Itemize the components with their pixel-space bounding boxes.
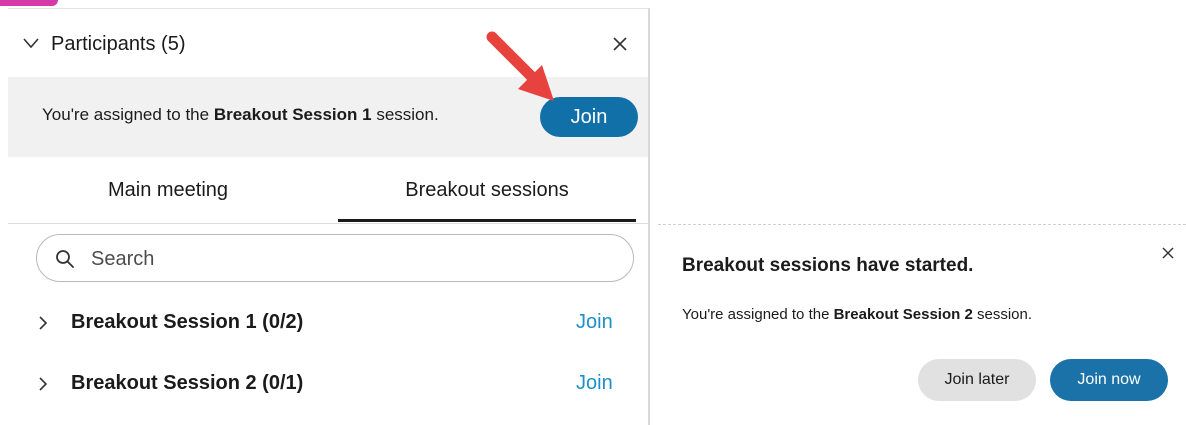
- annotation-arrow-icon: [486, 31, 554, 101]
- notification-message-prefix: You're assigned to the: [682, 306, 834, 323]
- notification-title: Breakout sessions have started.: [682, 255, 974, 276]
- assignment-suffix: session.: [371, 105, 439, 124]
- participants-panel: Participants (5) You're assigned to the …: [8, 8, 650, 425]
- session-join-link[interactable]: Join: [576, 372, 613, 395]
- tab-main-meeting[interactable]: Main meeting: [8, 157, 328, 223]
- join-later-button[interactable]: Join later: [918, 359, 1036, 401]
- session-row[interactable]: Breakout Session 1 (0/2) Join: [8, 301, 648, 345]
- close-icon[interactable]: [1162, 247, 1174, 259]
- assignment-prefix: You're assigned to the: [42, 105, 214, 124]
- close-icon[interactable]: [612, 36, 628, 52]
- tab-bar: Main meeting Breakout sessions: [8, 157, 648, 224]
- tab-breakout-sessions[interactable]: Breakout sessions: [338, 157, 636, 223]
- chevron-down-icon[interactable]: [22, 37, 40, 49]
- assignment-session-name: Breakout Session 1: [213, 105, 372, 124]
- session-name: Breakout Session 2 (0/1): [71, 372, 304, 394]
- active-tab-indicator: [338, 219, 636, 222]
- corner-tab: [0, 0, 58, 6]
- join-now-button[interactable]: Join now: [1050, 359, 1168, 401]
- search-input[interactable]: [89, 245, 613, 273]
- search-box: [36, 234, 634, 282]
- notification-session-name: Breakout Session 2: [833, 306, 973, 323]
- breakout-started-notification: Breakout sessions have started. You're a…: [658, 225, 1186, 424]
- session-row[interactable]: Breakout Session 2 (0/1) Join: [8, 362, 648, 406]
- session-join-link[interactable]: Join: [576, 311, 613, 334]
- chevron-right-icon[interactable]: [38, 376, 48, 392]
- chevron-right-icon[interactable]: [38, 315, 48, 331]
- search-icon: [56, 250, 74, 268]
- assignment-text: You're assigned to the Breakout Session …: [42, 105, 439, 125]
- panel-title: Participants (5): [51, 33, 186, 55]
- notification-message: You're assigned to the Breakout Session …: [682, 306, 1032, 323]
- session-name: Breakout Session 1 (0/2): [71, 311, 304, 333]
- notification-message-suffix: session.: [972, 306, 1033, 323]
